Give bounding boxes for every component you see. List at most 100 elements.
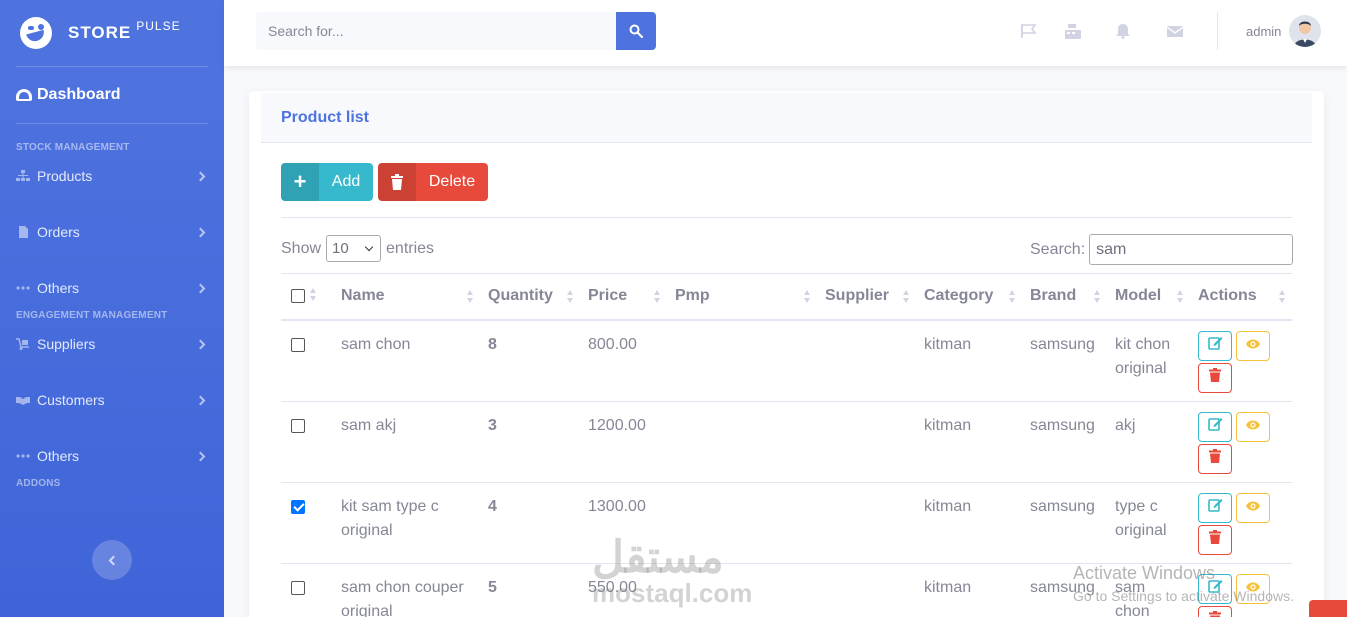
select-all-checkbox[interactable] <box>291 289 305 304</box>
entries-select[interactable]: 10 <box>326 235 382 262</box>
chevron-down-icon <box>364 242 374 252</box>
cell-supplier <box>817 482 916 564</box>
dashboard-label: Dashboard <box>37 86 121 103</box>
table-row[interactable]: sam chon 8 800.00 kitman samsung kit chon ori… <box>281 319 1292 402</box>
sort-icon <box>1279 290 1286 304</box>
edit-button[interactable] <box>1198 411 1232 442</box>
cell-brand: samsung <box>1022 482 1107 564</box>
product-list-card: Product list + Add Delete Show 10 entrie… <box>249 91 1324 617</box>
sidebar: STORE PULSE Dashboard STOCK MANAGEMENT P… <box>0 0 224 617</box>
column-header-price[interactable]: Price <box>580 273 667 321</box>
handshake-icon <box>16 397 30 405</box>
table-length: Show 10 entries <box>281 235 434 262</box>
row-delete-button[interactable] <box>1198 524 1232 555</box>
user-avatar-icon <box>1294 21 1316 47</box>
cell-pmp <box>667 401 817 483</box>
search-button[interactable] <box>616 12 656 50</box>
edit-button[interactable] <box>1198 492 1232 523</box>
cell-brand: samsung <box>1022 319 1107 402</box>
eye-icon <box>1245 496 1261 520</box>
cell-actions <box>1190 401 1292 483</box>
section-heading-addons: ADDONS <box>16 478 61 489</box>
cell-quantity: 5 <box>480 563 580 617</box>
page-title: Product list <box>281 109 370 126</box>
sidebar-item-products[interactable]: Products <box>0 148 224 204</box>
trash-icon <box>378 163 416 201</box>
cell-supplier <box>817 563 916 617</box>
cell-actions <box>1190 319 1292 402</box>
chevron-right-icon <box>195 171 206 181</box>
cash-register-icon[interactable] <box>1064 23 1082 39</box>
sidebar-item-others-2[interactable]: Others <box>0 428 224 484</box>
column-header-quantity[interactable]: Quantity <box>480 273 580 321</box>
chat-widget-button[interactable] <box>1309 600 1347 617</box>
trash-icon <box>1209 447 1221 471</box>
chevron-right-icon <box>195 339 206 349</box>
chevron-left-icon <box>108 555 119 565</box>
activate-windows-subtitle: Go to Settings to activate Windows. <box>1073 588 1294 604</box>
flag-icon[interactable] <box>1020 23 1038 39</box>
add-button[interactable]: + Add <box>281 163 373 201</box>
sidebar-item-customers[interactable]: Customers <box>0 372 224 428</box>
dolly-icon <box>16 338 29 350</box>
cell-quantity: 4 <box>480 482 580 564</box>
sidebar-toggle-button[interactable] <box>92 540 132 580</box>
bell-icon[interactable] <box>1114 23 1132 39</box>
brand-sup: PULSE <box>136 19 181 33</box>
sort-icon <box>654 290 661 304</box>
view-button[interactable] <box>1236 330 1270 361</box>
search-icon <box>629 24 643 38</box>
add-button-label: Add <box>331 173 361 190</box>
trash-icon <box>1209 528 1221 552</box>
sidebar-divider <box>16 123 208 124</box>
column-header-category[interactable]: Category <box>916 273 1022 321</box>
view-button[interactable] <box>1236 492 1270 523</box>
table-search-input[interactable] <box>1089 234 1294 265</box>
cell-price: 1200.00 <box>580 401 667 483</box>
sidebar-item-dashboard[interactable]: Dashboard <box>0 67 224 123</box>
user-name[interactable]: admin <box>1246 24 1281 39</box>
cell-quantity: 3 <box>480 401 580 483</box>
brand[interactable]: STORE PULSE <box>0 0 224 66</box>
plus-icon: + <box>281 163 319 201</box>
sidebar-item-label: Others <box>37 280 80 296</box>
edit-icon <box>1207 496 1223 520</box>
row-delete-button[interactable] <box>1198 443 1232 474</box>
column-header-actions[interactable]: Actions <box>1190 273 1292 321</box>
row-checkbox[interactable] <box>291 499 305 514</box>
column-header-supplier[interactable]: Supplier <box>817 273 916 321</box>
brand-name: STORE <box>68 23 132 42</box>
sidebar-item-orders[interactable]: Orders <box>0 204 224 260</box>
row-checkbox[interactable] <box>291 337 305 352</box>
edit-button[interactable] <box>1198 330 1232 361</box>
row-checkbox[interactable] <box>291 418 305 433</box>
select-all-header[interactable] <box>281 273 333 321</box>
entries-select-value: 10 <box>332 240 349 257</box>
row-delete-button[interactable] <box>1198 605 1232 617</box>
cell-pmp <box>667 319 817 402</box>
view-button[interactable] <box>1236 411 1270 442</box>
table-header-row: Name Quantity Price Pmp Supplier Categor… <box>281 273 1292 321</box>
column-header-model[interactable]: Model <box>1107 273 1190 321</box>
delete-button[interactable]: Delete <box>378 163 488 201</box>
row-select-cell <box>281 401 333 483</box>
column-header-name[interactable]: Name <box>333 273 480 321</box>
table-row[interactable]: kit sam type c original 4 1300.00 kitman sam… <box>281 482 1292 564</box>
chevron-right-icon <box>195 395 206 405</box>
row-delete-button[interactable] <box>1198 362 1232 393</box>
tachometer-icon <box>16 89 32 101</box>
column-header-brand[interactable]: Brand <box>1022 273 1107 321</box>
row-checkbox[interactable] <box>291 580 305 595</box>
sidebar-item-suppliers[interactable]: Suppliers <box>0 316 224 372</box>
table-row[interactable]: sam akj 3 1200.00 kitman samsung akj <box>281 401 1292 483</box>
column-header-pmp[interactable]: Pmp <box>667 273 817 321</box>
cell-actions <box>1190 482 1292 564</box>
sidebar-item-others[interactable]: Others <box>0 260 224 316</box>
cell-supplier <box>817 401 916 483</box>
envelope-icon[interactable] <box>1166 23 1184 39</box>
avatar[interactable] <box>1289 15 1321 47</box>
sort-icon <box>467 290 474 304</box>
search-input[interactable] <box>256 12 616 50</box>
entries-label: entries <box>386 239 435 257</box>
ellipsis-icon <box>16 286 30 290</box>
